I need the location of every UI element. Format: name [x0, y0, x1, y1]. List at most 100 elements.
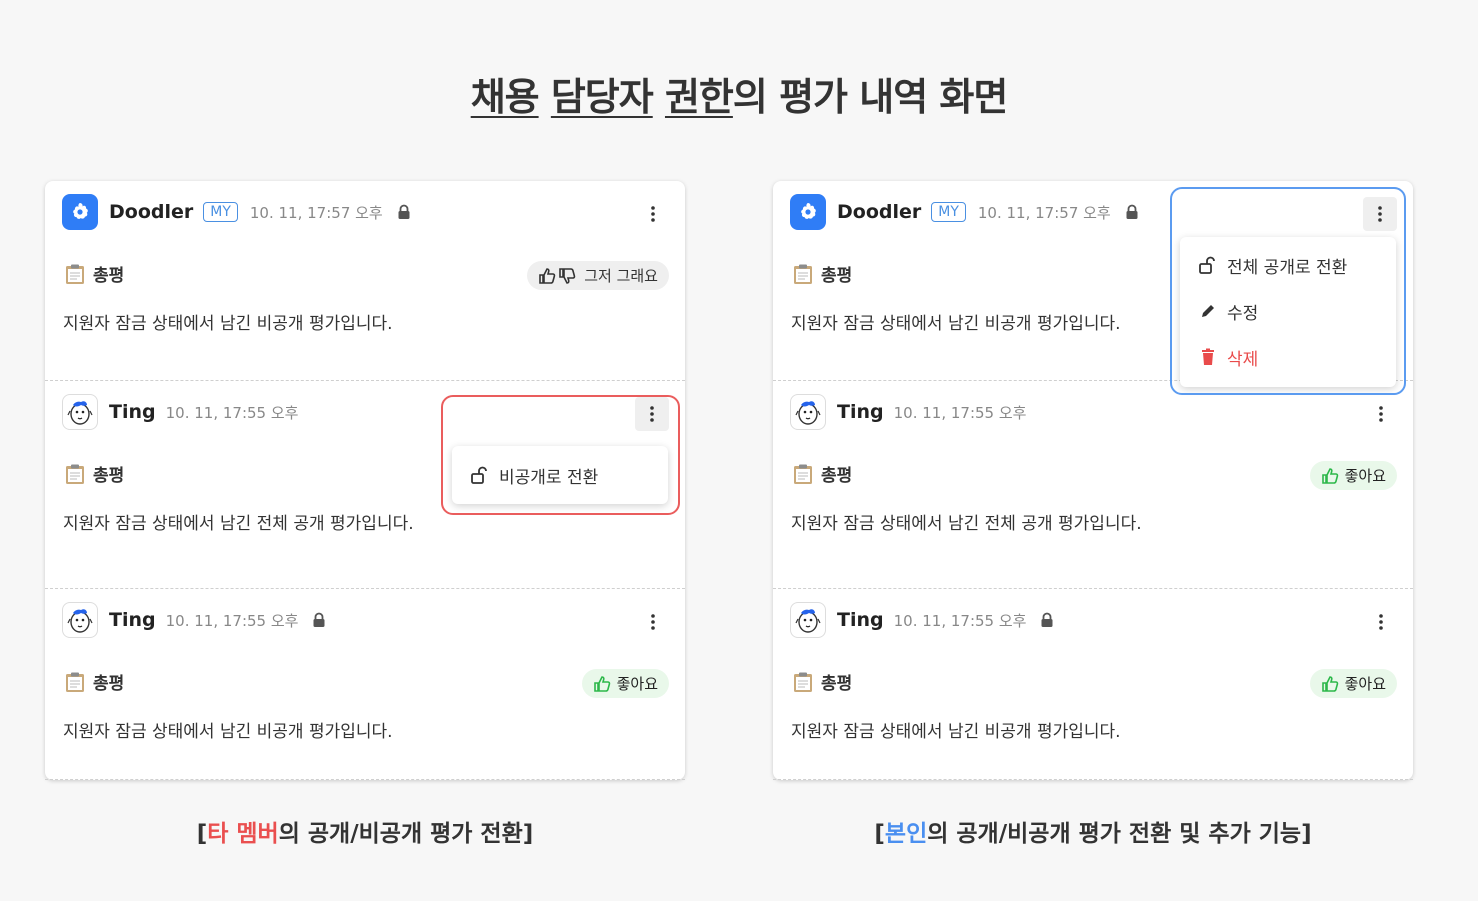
evaluation-panel-self: Doodler MY 10. 11, 17:57 오후 총평 지원자 잠금 상태…	[773, 181, 1413, 780]
more-options-button[interactable]	[1363, 197, 1397, 231]
section-title: 총평	[821, 674, 853, 694]
section-title: 총평	[93, 674, 125, 694]
evaluation-panel-other-member: Doodler MY 10. 11, 17:57 오후 총평 그저 그래요 지원…	[45, 181, 685, 780]
user-name: Ting	[837, 401, 884, 423]
section-label: 총평	[63, 261, 124, 286]
lock-icon	[1125, 204, 1139, 220]
section-title: 총평	[93, 266, 125, 286]
edit-menu-item[interactable]: 수정	[1180, 288, 1396, 334]
avatar	[62, 394, 98, 430]
user-name: Ting	[837, 609, 884, 631]
title-word-1: 채용	[470, 75, 540, 119]
kebab-icon	[1379, 406, 1383, 422]
section-label: 총평	[63, 669, 124, 694]
user-name: Doodler	[109, 201, 194, 223]
card-header: Doodler MY 10. 11, 17:57 오후	[790, 194, 1139, 230]
section-title: 총평	[93, 466, 125, 486]
timestamp: 10. 11, 17:55 오후	[893, 611, 1027, 630]
card-header: Doodler MY 10. 11, 17:57 오후	[62, 194, 411, 230]
evaluation-card: Ting 10. 11, 17:55 오후 총평 좋아요 지원자 잠금 상태에서…	[45, 589, 685, 780]
card-header: Ting 10. 11, 17:55 오후	[62, 394, 312, 430]
rating-label: 좋아요	[616, 675, 658, 693]
unlock-icon	[471, 466, 487, 484]
menu-item-label: 수정	[1227, 303, 1259, 324]
more-options-button[interactable]	[1369, 402, 1393, 426]
section-title: 총평	[821, 466, 853, 486]
rating-label: 좋아요	[1344, 675, 1386, 693]
delete-menu-item[interactable]: 삭제	[1180, 334, 1396, 380]
avatar	[62, 602, 98, 638]
menu-item-label: 전체 공개로 전환	[1227, 257, 1348, 278]
caption-right: [본인의 공개/비공개 평가 전환 및 추가 기능]	[773, 814, 1413, 848]
user-name: Ting	[109, 609, 156, 631]
card-header: Ting 10. 11, 17:55 오후	[790, 394, 1040, 430]
kebab-icon	[651, 614, 655, 630]
caption-bracket: [	[196, 821, 208, 847]
caption-text: 의 공개/비공개 평가 전환 및 추가 기능]	[927, 821, 1312, 847]
rating-badge: 좋아요	[581, 669, 669, 698]
page-title: 채용 담당자 권한의 평가 내역 화면	[0, 66, 1478, 121]
lock-icon	[397, 204, 411, 220]
rating-badge: 좋아요	[1309, 669, 1397, 698]
ting-avatar-icon	[67, 609, 93, 633]
ting-avatar-icon	[795, 401, 821, 425]
section-label: 총평	[791, 261, 852, 286]
lock-icon	[312, 612, 326, 628]
section-label: 총평	[63, 461, 124, 486]
clipboard-icon	[791, 262, 815, 286]
menu-item-label: 삭제	[1227, 349, 1259, 370]
rating-label: 그저 그래요	[584, 267, 658, 285]
avatar	[790, 602, 826, 638]
menu-item-label: 비공개로 전환	[499, 467, 599, 488]
evaluation-comment: 지원자 잠금 상태에서 남긴 비공개 평가입니다.	[791, 722, 1121, 742]
clipboard-icon	[791, 670, 815, 694]
card-header: Ting 10. 11, 17:55 오후	[62, 602, 326, 638]
card-header: Ting 10. 11, 17:55 오후	[790, 602, 1054, 638]
rating-badge: 좋아요	[1309, 461, 1397, 490]
caption-text: 의 공개/비공개 평가 전환]	[278, 821, 534, 847]
caption-highlight: 본인	[884, 821, 928, 847]
kebab-icon	[1379, 614, 1383, 630]
timestamp: 10. 11, 17:55 오후	[893, 403, 1027, 422]
section-label: 총평	[791, 461, 852, 486]
caption-left: [타 멤버의 공개/비공개 평가 전환]	[45, 814, 685, 848]
title-word-2: 담당자	[550, 75, 654, 119]
more-options-button[interactable]	[635, 397, 669, 431]
clipboard-icon	[791, 462, 815, 486]
timestamp: 10. 11, 17:55 오후	[165, 403, 299, 422]
evaluation-comment: 지원자 잠금 상태에서 남긴 전체 공개 평가입니다.	[63, 514, 414, 534]
options-menu: 비공개로 전환	[452, 446, 668, 504]
my-badge: MY	[203, 202, 238, 222]
timestamp: 10. 11, 17:57 오후	[977, 203, 1111, 222]
make-public-menu-item[interactable]: 전체 공개로 전환	[1180, 242, 1396, 288]
more-options-button[interactable]	[641, 202, 665, 226]
unlock-icon	[1199, 256, 1215, 274]
more-options-button[interactable]	[641, 610, 665, 634]
options-menu: 전체 공개로 전환 수정 삭제	[1180, 237, 1396, 387]
more-options-button[interactable]	[1369, 610, 1393, 634]
trash-icon	[1202, 348, 1214, 365]
evaluation-comment: 지원자 잠금 상태에서 남긴 전체 공개 평가입니다.	[791, 514, 1142, 534]
kebab-icon	[651, 206, 655, 222]
timestamp: 10. 11, 17:55 오후	[165, 611, 299, 630]
caption-highlight: 타 멤버	[207, 821, 279, 847]
evaluation-comment: 지원자 잠금 상태에서 남긴 비공개 평가입니다.	[791, 314, 1121, 334]
doodler-logo-icon	[73, 203, 88, 219]
ting-avatar-icon	[795, 609, 821, 633]
avatar	[62, 194, 98, 230]
clipboard-icon	[63, 262, 87, 286]
make-private-menu-item[interactable]: 비공개로 전환	[452, 452, 668, 498]
kebab-icon	[1378, 206, 1382, 222]
evaluation-comment: 지원자 잠금 상태에서 남긴 비공개 평가입니다.	[63, 314, 393, 334]
timestamp: 10. 11, 17:57 오후	[249, 203, 383, 222]
clipboard-icon	[63, 670, 87, 694]
avatar	[790, 194, 826, 230]
clipboard-icon	[63, 462, 87, 486]
thumbs-up-down-icon	[539, 267, 576, 284]
title-word-3: 권한	[664, 75, 734, 119]
thumbs-up-icon	[1321, 467, 1338, 484]
lock-icon	[1040, 612, 1054, 628]
evaluation-card: Doodler MY 10. 11, 17:57 오후 총평 그저 그래요 지원…	[45, 181, 685, 381]
caption-bracket: [	[874, 821, 885, 847]
thumbs-up-icon	[593, 675, 610, 692]
